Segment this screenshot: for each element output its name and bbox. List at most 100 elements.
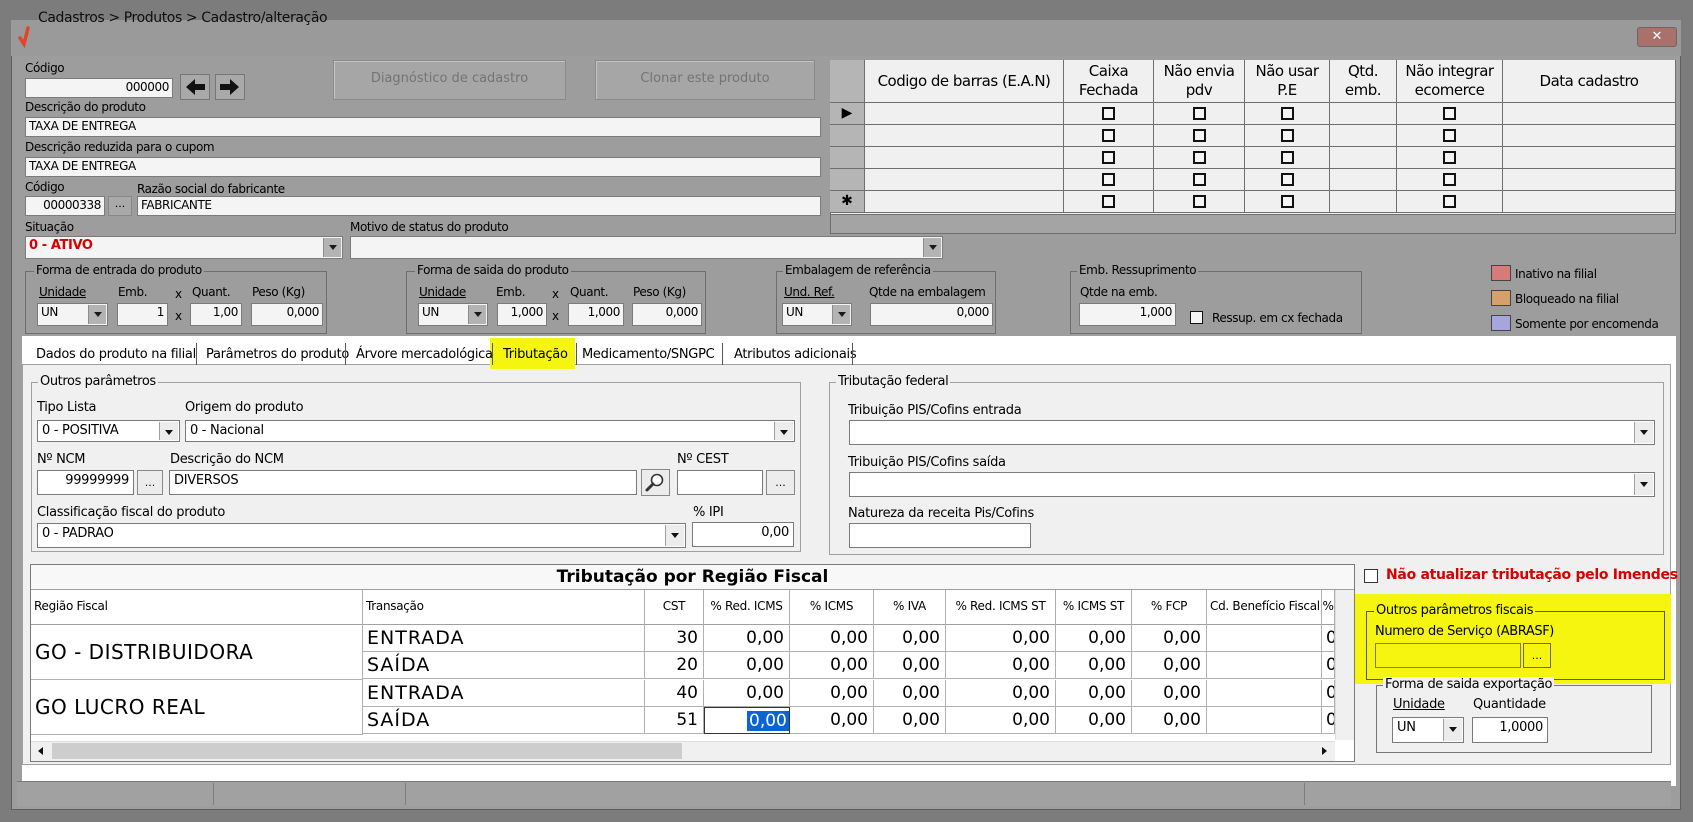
tab-parametros-produto[interactable]: Parâmetros do produto bbox=[206, 347, 349, 362]
table-cell-extra[interactable]: 0 bbox=[1322, 680, 1335, 707]
grid-checkbox[interactable] bbox=[1102, 195, 1115, 208]
table-cell-red-icms-st[interactable]: 0,00 bbox=[946, 625, 1056, 652]
grid-checkbox[interactable] bbox=[1193, 151, 1206, 164]
codigo-input[interactable]: 000000 bbox=[25, 78, 173, 98]
grid-checkbox[interactable] bbox=[1193, 195, 1206, 208]
tipo-lista-select[interactable]: 0 - POSITIVA bbox=[37, 420, 180, 442]
ipi-input[interactable]: 0,00 bbox=[692, 522, 794, 547]
col-header[interactable]: % ICMS bbox=[790, 590, 874, 625]
table-cell-red-icms[interactable]: 0,00 bbox=[704, 625, 790, 652]
barcode-grid-cell[interactable] bbox=[1503, 169, 1676, 191]
nao-atualizar-checkbox[interactable] bbox=[1364, 569, 1378, 583]
barcode-grid-cell[interactable] bbox=[1245, 147, 1330, 169]
barcode-grid-cell[interactable] bbox=[1397, 169, 1503, 191]
table-cell-cst[interactable]: 30 bbox=[645, 625, 704, 652]
col-data-cadastro[interactable]: Data cadastro bbox=[1503, 60, 1676, 103]
col-header[interactable]: % Red. ICMS bbox=[704, 590, 790, 625]
servico-input[interactable] bbox=[1375, 643, 1521, 668]
scroll-right-button[interactable] bbox=[1315, 743, 1332, 759]
ncm-input[interactable]: 99999999 bbox=[37, 470, 134, 495]
table-cell-iva[interactable]: 0,00 bbox=[874, 625, 946, 652]
grid-checkbox[interactable] bbox=[1443, 107, 1456, 120]
chevron-down-icon[interactable] bbox=[774, 422, 793, 440]
chevron-down-icon[interactable] bbox=[1634, 422, 1653, 443]
table-cell-fcp[interactable]: 0,00 bbox=[1132, 652, 1207, 679]
saida-emb-input[interactable]: 1,000 bbox=[497, 303, 547, 326]
table-cell-fcp[interactable]: 0,00 bbox=[1132, 625, 1207, 652]
grid-checkbox[interactable] bbox=[1102, 173, 1115, 186]
barcode-grid-cell[interactable] bbox=[1154, 191, 1245, 213]
table-cell-red-icms[interactable]: 0,00 bbox=[704, 652, 790, 679]
table-cell-transacao[interactable]: ENTRADA bbox=[363, 625, 645, 652]
table-cell-extra[interactable]: 0 bbox=[1322, 652, 1335, 679]
col-nao-envia-pdv[interactable]: Não envia pdv bbox=[1154, 60, 1245, 103]
barcode-grid-cell[interactable] bbox=[865, 191, 1064, 213]
row-indicator[interactable] bbox=[830, 169, 865, 191]
barcode-grid-cell[interactable] bbox=[1330, 103, 1397, 125]
barcode-grid-cell[interactable] bbox=[1154, 147, 1245, 169]
table-cell-transacao[interactable]: ENTRADA bbox=[363, 680, 645, 707]
table-cell-transacao[interactable]: SAÍDA bbox=[363, 652, 645, 679]
tab-atributos-adicionais[interactable]: Atributos adicionais bbox=[734, 347, 857, 362]
barcode-grid-cell[interactable] bbox=[1245, 125, 1330, 147]
qtde-emb-input[interactable]: 1,000 bbox=[1079, 303, 1176, 326]
table-cell-extra[interactable]: 0 bbox=[1322, 707, 1335, 734]
grid-checkbox[interactable] bbox=[1443, 151, 1456, 164]
grid-checkbox[interactable] bbox=[1443, 173, 1456, 186]
entrada-peso-input[interactable]: 0,000 bbox=[251, 303, 323, 326]
row-indicator[interactable] bbox=[830, 147, 865, 169]
col-qtd-emb[interactable]: Qtd. emb. bbox=[1330, 60, 1397, 103]
grid-checkbox[interactable] bbox=[1281, 151, 1294, 164]
barcode-grid-cell[interactable] bbox=[1154, 125, 1245, 147]
grid-checkbox[interactable] bbox=[1193, 173, 1206, 186]
chevron-down-icon[interactable] bbox=[1443, 719, 1462, 741]
row-indicator[interactable]: ✱ bbox=[830, 191, 865, 213]
barcode-grid-cell[interactable] bbox=[1245, 191, 1330, 213]
motivo-select[interactable] bbox=[350, 236, 943, 259]
col-caixa-fechada[interactable]: Caixa Fechada bbox=[1064, 60, 1154, 103]
grid-checkbox[interactable] bbox=[1193, 129, 1206, 142]
table-cell-icms[interactable]: 0,00 bbox=[790, 707, 874, 734]
grid-checkbox[interactable] bbox=[1281, 195, 1294, 208]
und-ref-select[interactable]: UN bbox=[782, 303, 852, 326]
tab-arvore-mercadologica[interactable]: Árvore mercadológica bbox=[356, 347, 493, 362]
pis-saida-select[interactable] bbox=[849, 472, 1655, 497]
table-cell-fcp[interactable]: 0,00 bbox=[1132, 707, 1207, 734]
vertical-scrollbar[interactable] bbox=[1335, 590, 1354, 740]
col-codigo-barras[interactable]: Codigo de barras (E.A.N) bbox=[865, 60, 1064, 103]
saida-unidade-select[interactable]: UN bbox=[418, 303, 488, 326]
previous-record-button[interactable] bbox=[180, 74, 210, 100]
tab-medicamento[interactable]: Medicamento/SNGPC bbox=[582, 347, 715, 362]
col-header[interactable]: % Red. ICMS ST bbox=[946, 590, 1056, 625]
chevron-down-icon[interactable] bbox=[665, 525, 684, 546]
col-header[interactable]: CST bbox=[645, 590, 704, 625]
ncm-lookup-button[interactable]: ... bbox=[137, 470, 163, 495]
barcode-grid-cell[interactable] bbox=[1330, 169, 1397, 191]
barcode-grid-cell[interactable] bbox=[1330, 191, 1397, 213]
grid-checkbox[interactable] bbox=[1443, 195, 1456, 208]
desc-ncm-input[interactable]: DIVERSOS bbox=[169, 470, 637, 495]
table-cell-beneficio[interactable] bbox=[1207, 652, 1322, 679]
entrada-quant-input[interactable]: 1,00 bbox=[190, 303, 242, 326]
exportacao-unidade-select[interactable]: UN bbox=[1392, 717, 1464, 743]
col-nao-integrar[interactable]: Não integrar ecomerce bbox=[1397, 60, 1503, 103]
table-cell-iva[interactable]: 0,00 bbox=[874, 680, 946, 707]
grid-checkbox[interactable] bbox=[1102, 129, 1115, 142]
grid-checkbox[interactable] bbox=[1443, 129, 1456, 142]
chevron-down-icon[interactable] bbox=[468, 305, 486, 324]
region-cell[interactable]: GO - DISTRIBUIDORA bbox=[31, 625, 363, 680]
table-cell-icms[interactable]: 0,00 bbox=[790, 680, 874, 707]
barcode-grid-cell[interactable] bbox=[1064, 191, 1154, 213]
barcode-grid-cell[interactable] bbox=[1154, 169, 1245, 191]
table-cell-red-icms[interactable]: 0,00 bbox=[704, 707, 790, 734]
col-header[interactable]: Transação bbox=[363, 590, 645, 625]
row-indicator[interactable] bbox=[830, 125, 865, 147]
barcode-grid-cell[interactable] bbox=[1503, 191, 1676, 213]
servico-lookup-button[interactable]: ... bbox=[1523, 643, 1551, 668]
grid-checkbox[interactable] bbox=[1281, 107, 1294, 120]
table-cell-red-icms-st[interactable]: 0,00 bbox=[946, 707, 1056, 734]
chevron-down-icon[interactable] bbox=[1634, 474, 1653, 495]
chevron-down-icon[interactable] bbox=[832, 305, 850, 324]
scrollbar-thumb[interactable] bbox=[52, 743, 682, 759]
razao-social-input[interactable]: FABRICANTE bbox=[137, 196, 821, 216]
